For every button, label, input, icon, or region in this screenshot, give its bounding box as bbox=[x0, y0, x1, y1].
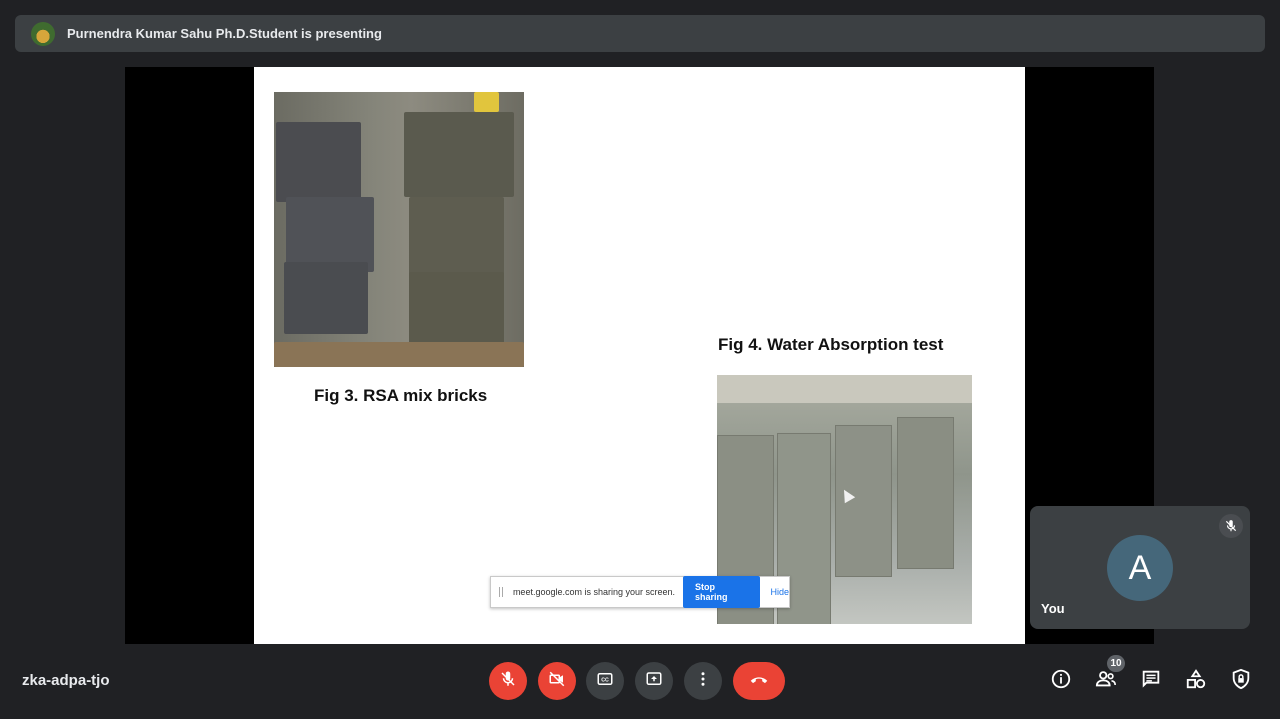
activities-icon bbox=[1185, 668, 1207, 695]
people-button[interactable] bbox=[1094, 669, 1118, 693]
more-vert-icon bbox=[694, 670, 712, 693]
muted-mic-icon bbox=[1219, 514, 1243, 538]
svg-text:CC: CC bbox=[601, 677, 609, 683]
drag-handle-icon[interactable] bbox=[499, 587, 503, 597]
shield-lock-icon bbox=[1230, 668, 1252, 695]
present-now-button[interactable] bbox=[635, 662, 673, 700]
avatar: A bbox=[1107, 535, 1173, 601]
mic-toggle-button[interactable] bbox=[489, 662, 527, 700]
presenter-banner: Purnendra Kumar Sahu Ph.D.Student is pre… bbox=[15, 15, 1265, 52]
participants-count-badge: 10 bbox=[1107, 655, 1125, 672]
meeting-code: zka-adpa-tjo bbox=[22, 672, 110, 689]
camera-off-icon bbox=[548, 670, 566, 693]
self-video-tile[interactable]: A You bbox=[1030, 506, 1250, 629]
info-icon bbox=[1050, 668, 1072, 695]
fig3-caption: Fig 3. RSA mix bricks bbox=[314, 386, 488, 405]
fig4-caption: Fig 4. Water Absorption test bbox=[718, 335, 944, 354]
participant-name: You bbox=[1041, 601, 1065, 616]
rsa-bricks-photo bbox=[274, 92, 524, 367]
camera-toggle-button[interactable] bbox=[538, 662, 576, 700]
share-message: meet.google.com is sharing your screen. bbox=[512, 587, 676, 597]
stop-sharing-button[interactable]: Stop sharing bbox=[683, 576, 761, 608]
leave-call-button[interactable] bbox=[733, 662, 785, 700]
activities-button[interactable] bbox=[1184, 668, 1208, 695]
more-options-button[interactable] bbox=[684, 662, 722, 700]
present-icon bbox=[645, 670, 663, 693]
mic-off-icon bbox=[499, 670, 517, 693]
host-controls-button[interactable] bbox=[1229, 668, 1253, 695]
chat-icon bbox=[1140, 668, 1162, 695]
chat-button[interactable] bbox=[1139, 669, 1163, 693]
presenter-title: Purnendra Kumar Sahu Ph.D.Student is pre… bbox=[67, 26, 382, 41]
captions-icon: CC bbox=[596, 670, 614, 693]
meeting-details-button[interactable] bbox=[1049, 669, 1073, 693]
screen-share-bar: meet.google.com is sharing your screen. … bbox=[490, 576, 790, 608]
hide-button[interactable]: Hide bbox=[770, 587, 789, 597]
presenter-avatar bbox=[31, 21, 55, 46]
hang-up-icon bbox=[748, 668, 770, 695]
captions-button[interactable]: CC bbox=[586, 662, 624, 700]
